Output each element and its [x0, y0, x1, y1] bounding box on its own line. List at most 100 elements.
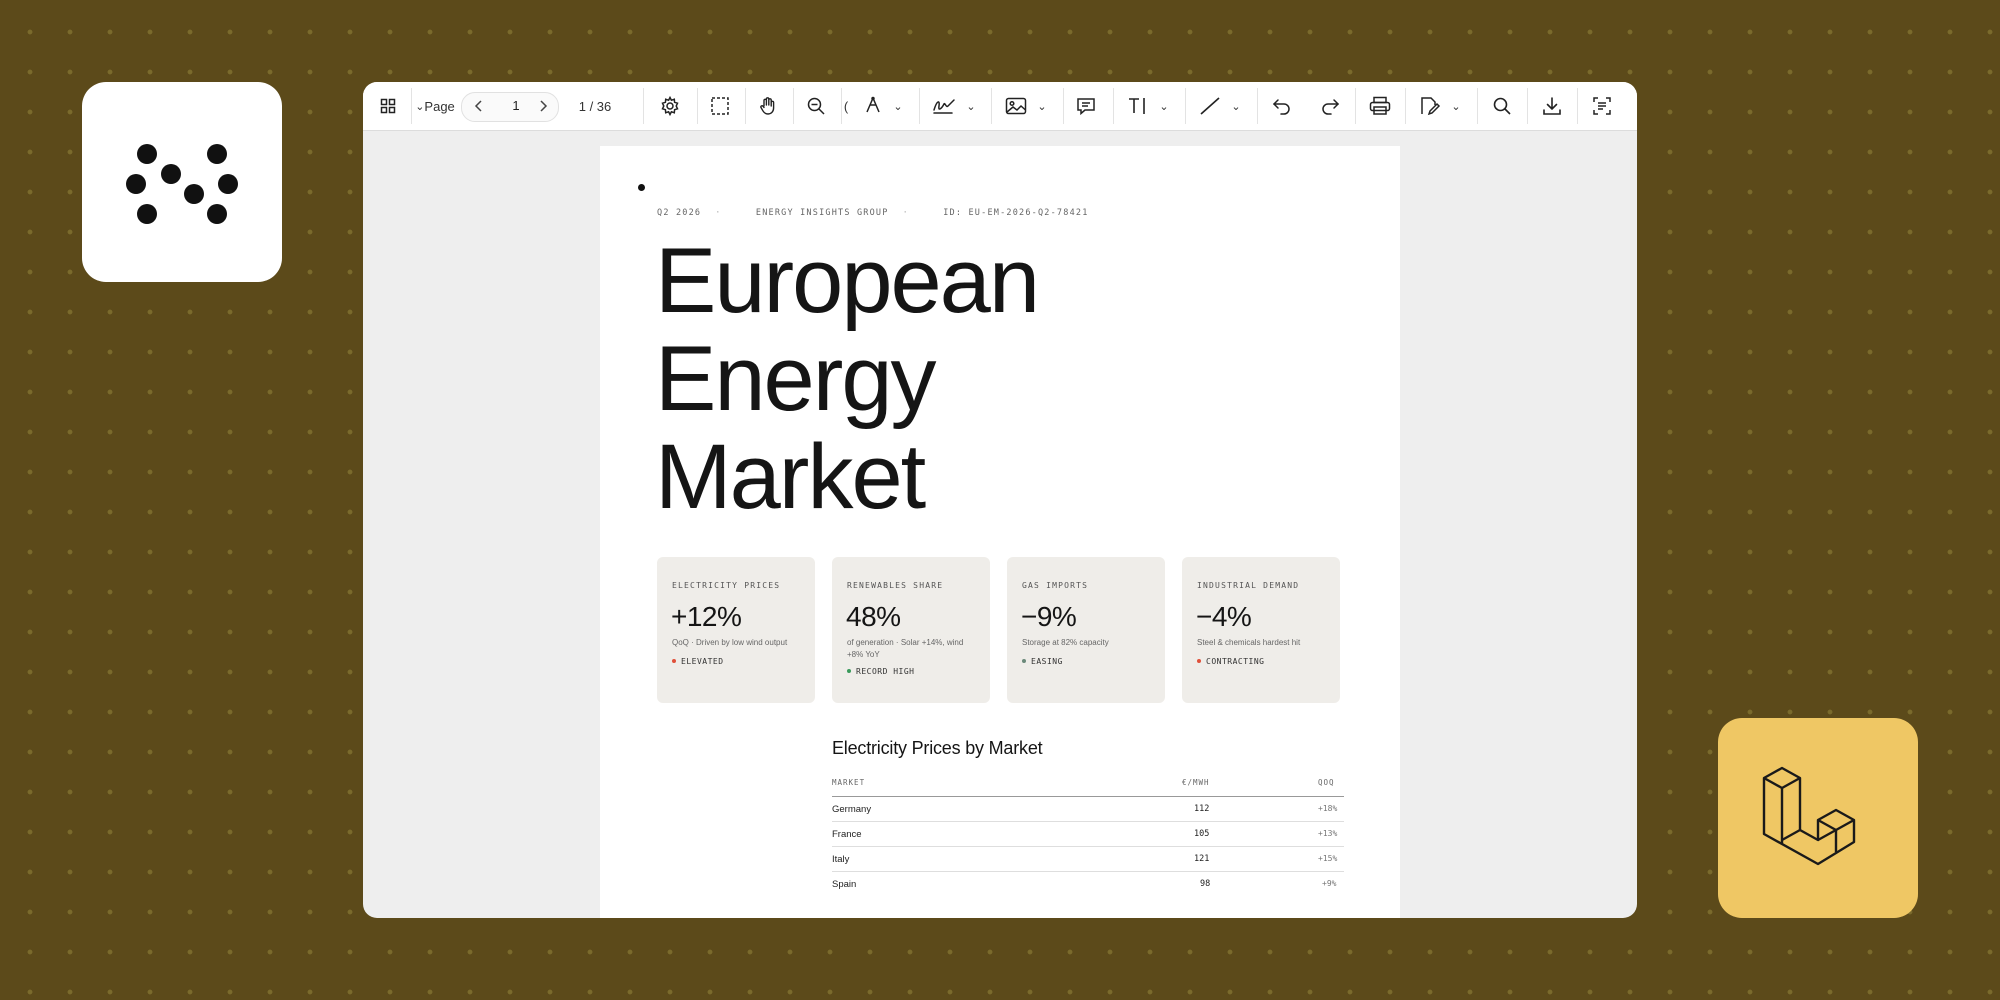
- page-number-input[interactable]: 1: [503, 92, 529, 120]
- edit-icon: [1421, 97, 1441, 116]
- title-line: Market: [655, 426, 926, 528]
- edit-tool-button[interactable]: ⌄: [1407, 82, 1473, 130]
- kpi-desc: of generation · Solar +14%, wind +8% YoY: [847, 638, 964, 659]
- kpi-label: RENEWABLES SHARE: [847, 581, 944, 590]
- cell-market: Spain: [832, 879, 857, 890]
- meta-id: ID: EU-EM-2026-Q2-78421: [943, 208, 1089, 218]
- cell-market: Italy: [832, 854, 850, 865]
- chevron-right-icon: [540, 100, 548, 112]
- cell-qoq: +9%: [1322, 879, 1337, 888]
- redo-icon: [1322, 99, 1340, 115]
- pdf-viewer-window: ⌄ Page 1 1 / 36 (⌄ ⌄ ⌄ ⌄ ⌄ ⌄ Q2 2026 · …: [363, 82, 1637, 918]
- status-dot: [1022, 658, 1026, 663]
- thumbnails-button[interactable]: [373, 82, 403, 130]
- meta-period: Q2 2026: [657, 208, 702, 218]
- cell-market: Germany: [832, 804, 872, 815]
- document-title: European Energy Market: [655, 230, 1040, 528]
- chevron-down-icon: ⌄: [1159, 100, 1169, 113]
- table-row: Spain 98 +9%: [832, 872, 1344, 896]
- chevron-down-icon: ⌄: [1231, 100, 1241, 113]
- kpi-card-electricity: ELECTRICITY PRICES +12% QoQ · Driven by …: [657, 557, 815, 703]
- cell-price: 112: [1194, 804, 1210, 814]
- title-line: European: [655, 230, 1040, 332]
- table-title: Electricity Prices by Market: [832, 738, 1043, 758]
- kpi-status: EASING: [1022, 657, 1063, 666]
- undo-button[interactable]: [1259, 82, 1305, 130]
- line-icon: [1200, 97, 1220, 115]
- form-fields-icon: [1593, 97, 1611, 115]
- next-page-button[interactable]: [531, 82, 555, 130]
- search-button[interactable]: [1479, 82, 1525, 130]
- comment-tool-button[interactable]: [1063, 82, 1109, 130]
- brand-dots-icon: [82, 82, 282, 282]
- page-mode-dropdown[interactable]: ⌄ Page: [413, 82, 455, 130]
- zoom-level-button[interactable]: (: [841, 82, 851, 130]
- redo-button[interactable]: [1307, 82, 1353, 130]
- chevron-down-icon: ⌄: [893, 100, 903, 113]
- meta-group: ENERGY INSIGHTS GROUP: [755, 208, 889, 218]
- marquee-select-button[interactable]: [697, 82, 743, 130]
- cell-price: 105: [1194, 829, 1210, 839]
- zoom-out-button[interactable]: [793, 82, 839, 130]
- document-meta: Q2 2026 · ENERGY INSIGHTS GROUP · ID: EU-E…: [657, 208, 1089, 218]
- form-fields-button[interactable]: [1579, 82, 1625, 130]
- image-icon: [1006, 97, 1027, 115]
- kpi-label: ELECTRICITY PRICES: [672, 581, 781, 590]
- page-count-wrap: 1 / 36: [565, 82, 625, 130]
- kpi-desc: QoQ · Driven by low wind output: [672, 638, 788, 647]
- comment-icon: [1077, 98, 1095, 116]
- document-page: Q2 2026 · ENERGY INSIGHTS GROUP · ID: EU-E…: [600, 146, 1400, 918]
- chevron-down-icon: ⌄: [1037, 100, 1047, 113]
- kpi-value: −4%: [1196, 601, 1252, 632]
- kpi-value: +12%: [671, 601, 742, 632]
- laravel-logo-tile: [1718, 718, 1918, 918]
- status-dot: [847, 668, 851, 673]
- prev-page-button[interactable]: [467, 82, 491, 130]
- download-icon: [1543, 97, 1561, 115]
- cell-market: France: [832, 829, 862, 840]
- search-icon: [1493, 97, 1511, 115]
- text-tool-button[interactable]: ⌄: [1115, 82, 1181, 130]
- line-tool-button[interactable]: ⌄: [1187, 82, 1253, 130]
- chevron-down-icon: ⌄: [415, 100, 425, 113]
- chevron-down-icon: ⌄: [966, 100, 976, 113]
- pen-tool-button[interactable]: ⌄: [851, 82, 915, 130]
- zoom-out-icon: [807, 97, 825, 115]
- undo-icon: [1272, 99, 1290, 115]
- column-header-qoq: QOQ: [1318, 778, 1335, 787]
- pen-icon: [866, 96, 881, 113]
- kpi-desc: Storage at 82% capacity: [1022, 638, 1109, 647]
- thumbnails-icon: [380, 98, 396, 114]
- kpi-value: 48%: [846, 601, 901, 632]
- image-tool-button[interactable]: ⌄: [993, 82, 1059, 130]
- column-header-market: MARKET: [832, 778, 866, 787]
- title-line: Energy: [655, 328, 937, 430]
- print-icon: [1369, 96, 1391, 115]
- pan-hand-icon: [760, 97, 775, 115]
- signature-tool-button[interactable]: ⌄: [921, 82, 987, 130]
- page-label: Page: [424, 98, 455, 114]
- zoom-level-clipped: (: [843, 98, 849, 114]
- kpi-label: INDUSTRIAL DEMAND: [1197, 581, 1300, 590]
- settings-button[interactable]: [649, 82, 691, 130]
- cell-qoq: +13%: [1318, 829, 1338, 838]
- toolbar: ⌄ Page 1 1 / 36 (⌄ ⌄ ⌄ ⌄ ⌄ ⌄: [363, 82, 1637, 131]
- table-row: Italy 121 +15%: [832, 847, 1344, 872]
- kpi-value: −9%: [1021, 601, 1077, 632]
- kpi-card-gas: GAS IMPORTS −9% Storage at 82% capacity …: [1007, 557, 1165, 703]
- download-button[interactable]: [1529, 82, 1575, 130]
- signature-icon: [933, 99, 956, 114]
- cell-price: 121: [1194, 854, 1210, 864]
- pan-tool-button[interactable]: [745, 82, 791, 130]
- kpi-card-renewables: RENEWABLES SHARE 48% of generation · Sol…: [832, 557, 990, 703]
- chevron-left-icon: [474, 100, 482, 112]
- page-count: 1 / 36: [578, 98, 612, 114]
- cell-qoq: +15%: [1318, 854, 1338, 863]
- cell-price: 98: [1200, 879, 1211, 889]
- status-dot: [1197, 658, 1201, 663]
- settings-icon: [661, 96, 679, 116]
- laravel-icon: [1762, 766, 1856, 866]
- print-button[interactable]: [1357, 82, 1403, 130]
- chevron-down-icon: ⌄: [1451, 100, 1461, 113]
- prices-table: MARKET €/MWH QOQ Germany 112 +18% France…: [832, 774, 1344, 896]
